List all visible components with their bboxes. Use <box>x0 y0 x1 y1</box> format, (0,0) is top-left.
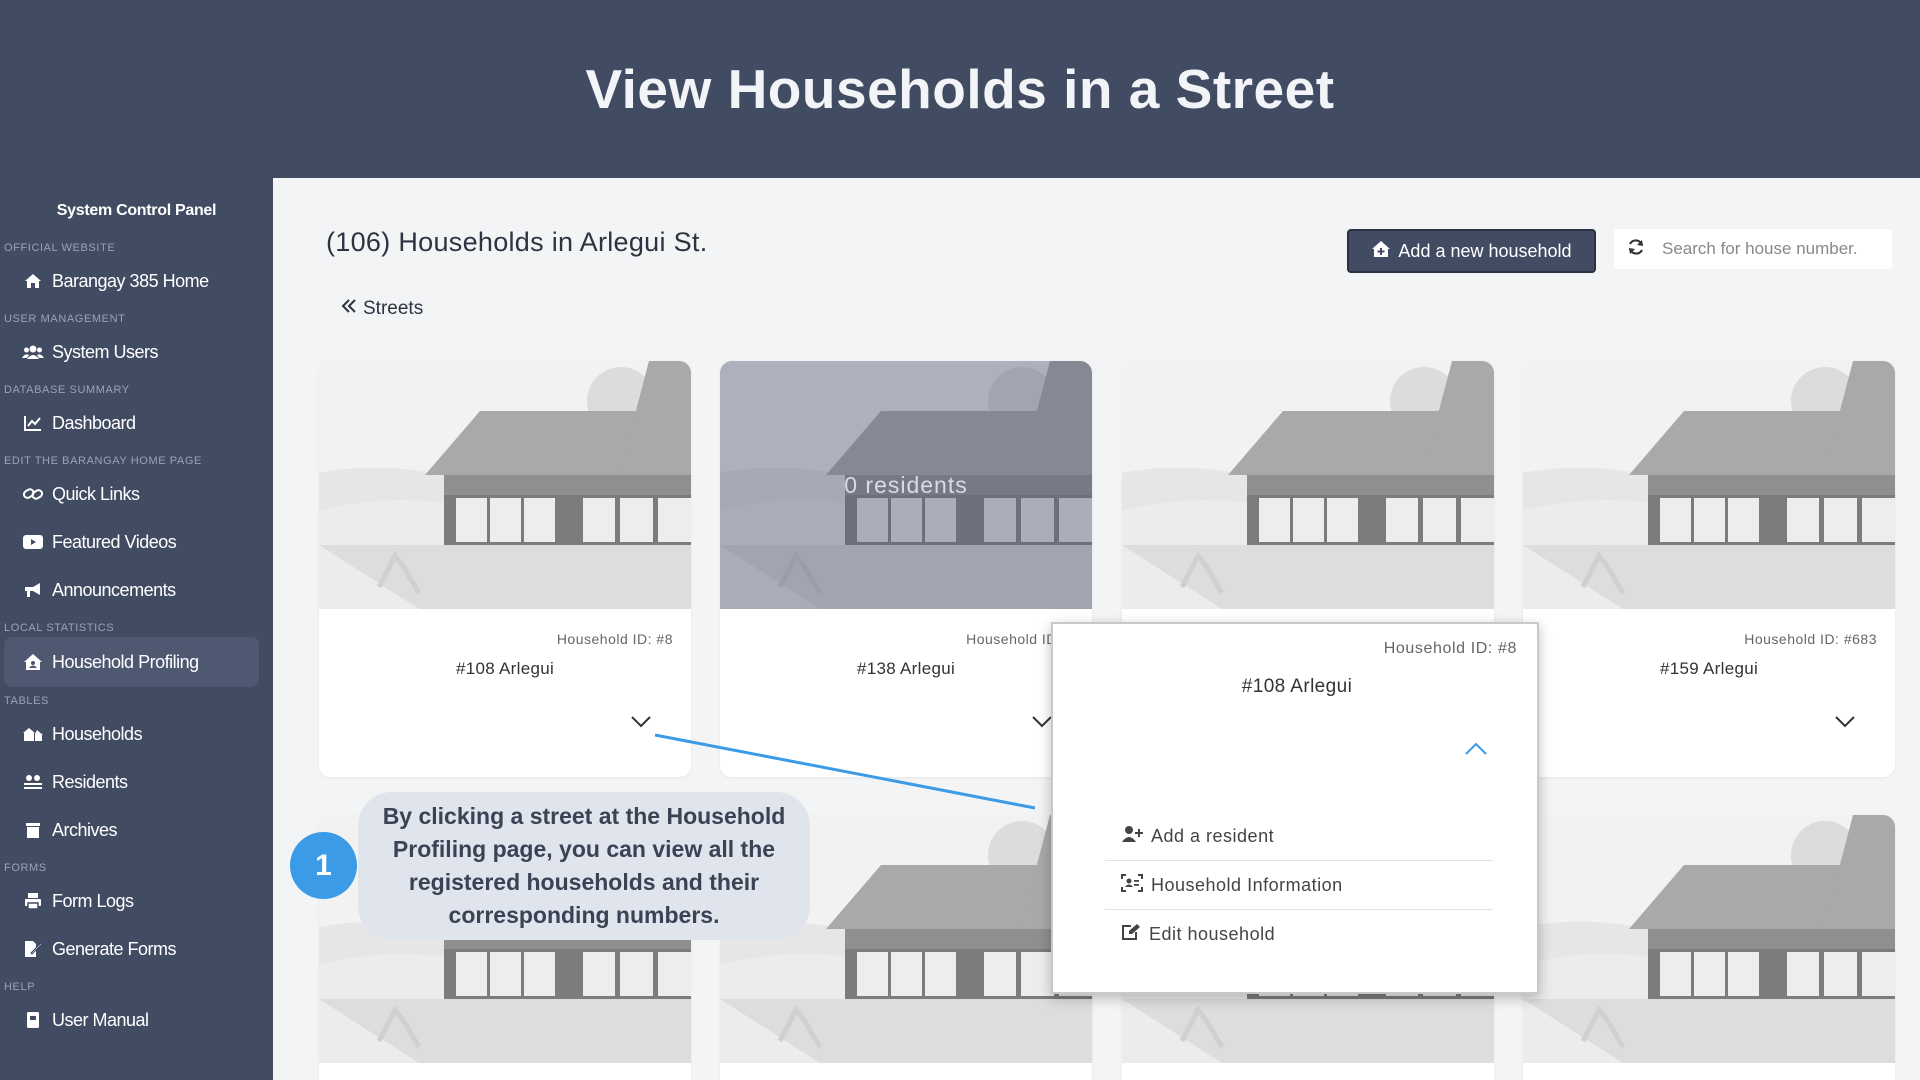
banner: View Households in a Street <box>0 0 1920 178</box>
household-id: Household ID: #8 <box>1383 640 1517 657</box>
refresh-icon[interactable] <box>1626 237 1648 262</box>
search-box <box>1614 229 1892 269</box>
page-title: (106) Households in Arlegui St. <box>326 227 708 257</box>
sidebar-item-label: Generate Forms <box>52 938 177 959</box>
search-input[interactable] <box>1662 239 1882 259</box>
sidebar-item-dashboard[interactable]: Dashboard <box>0 399 273 447</box>
sidebar-item-label: Households <box>52 723 143 744</box>
trash-icon <box>22 820 44 840</box>
household-card[interactable]: Household ID: #683 #159 Arlegui <box>1523 361 1895 777</box>
printer-icon <box>22 891 44 911</box>
sidebar-item-label: Announcements <box>52 579 176 600</box>
menu-item-label: Household Information <box>1151 874 1343 895</box>
book-icon <box>22 1010 44 1030</box>
household-actions-menu: Add a resident Household Information Edi… <box>1105 812 1493 959</box>
house-plus-icon <box>1371 240 1391 263</box>
edit-icon <box>1121 923 1141 946</box>
houses-icon <box>22 724 44 744</box>
sidebar-section-tables: TABLES <box>4 695 49 707</box>
sidebar-section-help: HELP <box>4 981 36 993</box>
expanded-household-card: Household ID: #8 #108 Arlegui Add a resi… <box>1051 622 1539 994</box>
sidebar-item-user-manual[interactable]: User Manual <box>0 996 273 1044</box>
sidebar-item-residents[interactable]: Residents <box>0 758 273 806</box>
house-user-icon <box>22 652 44 672</box>
house-image <box>1122 361 1494 609</box>
household-card[interactable] <box>1523 815 1895 1080</box>
double-chevron-left-icon <box>341 298 357 320</box>
sidebar-item-form-logs[interactable]: Form Logs <box>0 877 273 925</box>
sidebar-item-label: Dashboard <box>52 412 136 433</box>
user-plus-icon <box>1121 825 1143 848</box>
youtube-icon <box>22 532 44 552</box>
residents-overlay: 0 residents <box>720 361 1092 609</box>
house-image <box>1523 815 1895 1063</box>
household-information-button[interactable]: Household Information <box>1105 861 1493 910</box>
edit-household-button[interactable]: Edit household <box>1105 910 1493 959</box>
sidebar-item-label: System Users <box>52 341 159 362</box>
back-link-label: Streets <box>363 298 424 319</box>
household-address: #108 Arlegui <box>1241 676 1353 697</box>
house-image <box>1523 361 1895 609</box>
step-number-badge: 1 <box>290 832 357 899</box>
sidebar-item-system-users[interactable]: System Users <box>0 328 273 376</box>
household-id: Household ID: #683 <box>1744 631 1877 647</box>
sidebar-item-archives[interactable]: Archives <box>0 806 273 854</box>
banner-title: View Households in a Street <box>585 58 1335 120</box>
chevron-down-icon[interactable] <box>1032 715 1052 733</box>
chevron-down-icon[interactable] <box>1835 715 1855 733</box>
sidebar-item-label: Residents <box>52 771 128 792</box>
sidebar-section-forms: FORMS <box>4 862 47 874</box>
sidebar-item-label: User Manual <box>52 1009 149 1030</box>
users-icon <box>22 342 44 362</box>
link-icon <box>22 484 44 504</box>
sidebar-item-label: Form Logs <box>52 890 134 911</box>
sidebar-item-label: Barangay 385 Home <box>52 270 209 291</box>
sidebar-item-households[interactable]: Households <box>0 710 273 758</box>
sidebar-panel-title: System Control Panel <box>56 202 217 219</box>
chevron-up-icon[interactable] <box>1465 742 1487 761</box>
id-scan-icon <box>1121 873 1143 897</box>
bullhorn-icon <box>22 580 44 600</box>
sidebar-section-official-website: OFFICIAL WEBSITE <box>4 242 116 254</box>
sidebar-section-user-management: USER MANAGEMENT <box>4 313 126 325</box>
people-icon <box>22 772 44 792</box>
sidebar-item-label: Quick Links <box>52 483 140 504</box>
house-image <box>319 361 691 609</box>
household-card[interactable]: Household ID: #8 #108 Arlegui <box>319 361 691 777</box>
sidebar-item-barangay-home[interactable]: Barangay 385 Home <box>0 257 273 305</box>
file-signature-icon <box>22 939 44 959</box>
household-address: #159 Arlegui <box>1659 659 1759 678</box>
sidebar-item-featured-videos[interactable]: Featured Videos <box>0 518 273 566</box>
add-resident-button[interactable]: Add a resident <box>1105 812 1493 861</box>
add-household-button[interactable]: Add a new household <box>1347 229 1596 273</box>
sidebar-section-database-summary: DATABASE SUMMARY <box>4 384 130 396</box>
back-to-streets-link[interactable]: Streets <box>341 298 423 320</box>
sidebar-item-label: Household Profiling <box>52 651 199 672</box>
chevron-down-icon[interactable] <box>631 715 651 733</box>
sidebar-item-label: Featured Videos <box>52 531 177 552</box>
sidebar: System Control Panel OFFICIAL WEBSITE Ba… <box>0 178 273 1080</box>
household-id: Household ID: #8 <box>556 631 673 647</box>
sidebar-item-announcements[interactable]: Announcements <box>0 566 273 614</box>
menu-item-label: Add a resident <box>1151 825 1275 846</box>
home-icon <box>22 271 44 291</box>
sidebar-item-generate-forms[interactable]: Generate Forms <box>0 925 273 973</box>
sidebar-item-quick-links[interactable]: Quick Links <box>0 470 273 518</box>
add-household-label: Add a new household <box>1398 240 1572 261</box>
household-card[interactable]: 0 residents Household ID: # #138 Arlegui <box>720 361 1092 777</box>
sidebar-section-local-statistics: LOCAL STATISTICS <box>4 622 115 634</box>
sidebar-item-label: Archives <box>52 819 118 840</box>
instruction-callout: By clicking a street at the Household Pr… <box>358 792 810 940</box>
chart-line-icon <box>22 413 44 433</box>
sidebar-item-household-profiling[interactable]: Household Profiling <box>4 637 259 687</box>
menu-item-label: Edit household <box>1149 924 1276 944</box>
household-address: #138 Arlegui <box>856 659 956 678</box>
household-address: #108 Arlegui <box>455 659 555 678</box>
sidebar-section-edit-home-page: EDIT THE BARANGAY HOME PAGE <box>4 455 202 467</box>
